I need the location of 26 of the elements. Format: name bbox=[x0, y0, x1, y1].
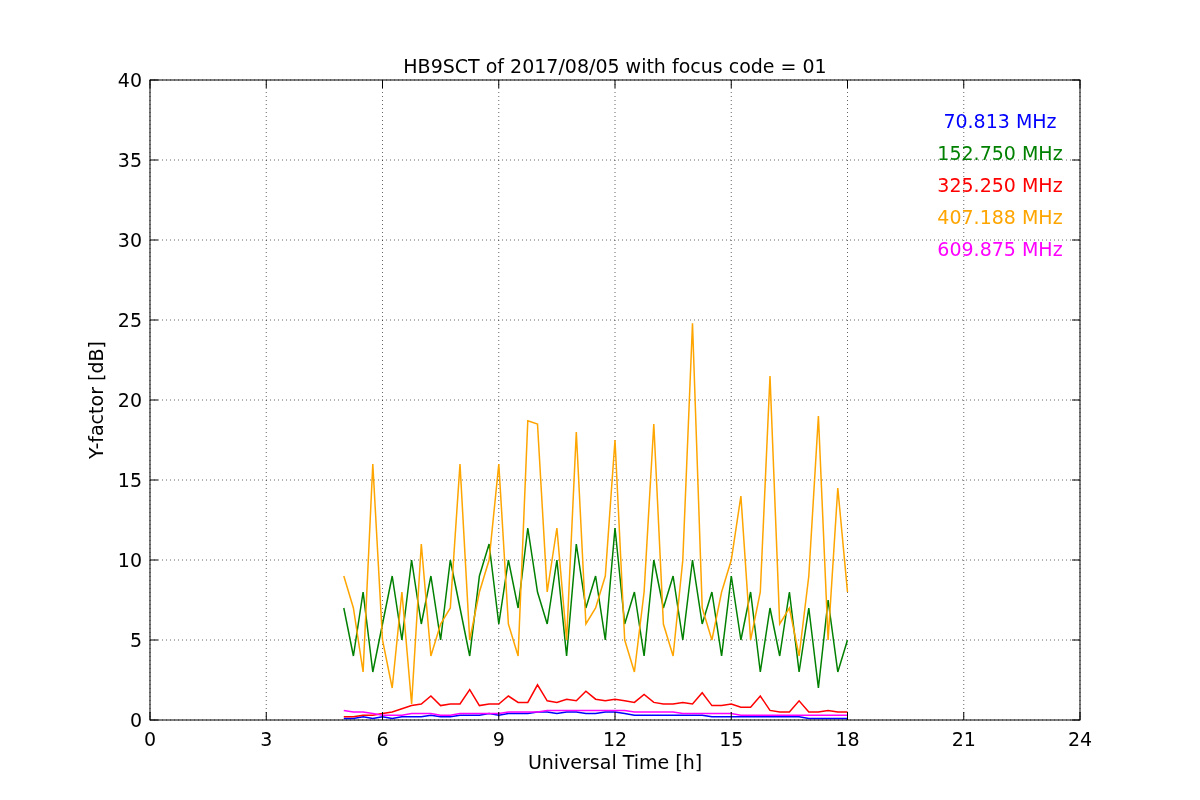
x-tick-label: 24 bbox=[1067, 728, 1093, 750]
y-tick-label: 40 bbox=[117, 69, 142, 91]
legend-label: 609.875 MHz bbox=[937, 238, 1063, 260]
y-tick-label: 15 bbox=[117, 469, 142, 491]
x-tick-label: 9 bbox=[492, 728, 505, 750]
y-tick-label: 10 bbox=[117, 549, 142, 571]
legend-label: 152.750 MHz bbox=[937, 142, 1063, 164]
y-tick-label: 35 bbox=[117, 149, 142, 171]
y-tick-label: 25 bbox=[117, 309, 142, 331]
x-tick-label: 18 bbox=[835, 728, 860, 750]
y-axis-label: Y-factor [dB] bbox=[85, 341, 107, 459]
y-tick-label: 30 bbox=[117, 229, 142, 251]
x-tick-label: 12 bbox=[602, 728, 628, 750]
x-tick-label: 0 bbox=[143, 728, 157, 750]
legend-label: 325.250 MHz bbox=[937, 174, 1063, 196]
x-tick-label: 6 bbox=[376, 728, 389, 750]
y-tick-label: 5 bbox=[129, 629, 142, 651]
x-tick-label: 15 bbox=[719, 728, 744, 750]
y-tick-label: 0 bbox=[129, 709, 142, 731]
chart-title: HB9SCT of 2017/08/05 with focus code = 01 bbox=[403, 55, 827, 77]
legend-label: 70.813 MHz bbox=[943, 110, 1057, 132]
x-axis-label: Universal Time [h] bbox=[527, 751, 703, 773]
x-tick-label: 3 bbox=[260, 728, 273, 750]
legend-label: 407.188 MHz bbox=[937, 206, 1063, 228]
y-tick-label: 20 bbox=[117, 389, 142, 411]
x-tick-label: 21 bbox=[951, 728, 976, 750]
